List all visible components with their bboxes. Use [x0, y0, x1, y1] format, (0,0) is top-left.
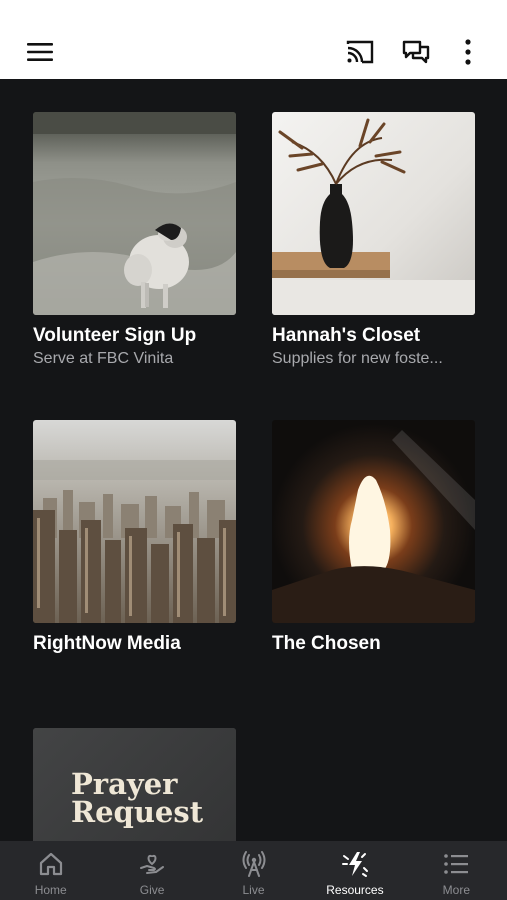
prayer-request-image: Prayer Request [33, 728, 236, 841]
nav-more[interactable]: More [406, 841, 507, 900]
nav-label: More [442, 883, 470, 897]
nav-resources[interactable]: Resources [304, 841, 405, 900]
resources-icon [341, 852, 368, 877]
cast-icon[interactable] [344, 36, 376, 68]
nav-label: Live [242, 883, 265, 897]
card-title: Volunteer Sign Up [33, 325, 197, 346]
vase-image [272, 112, 475, 315]
more-vertical-icon[interactable] [452, 36, 484, 68]
top-bar [0, 0, 507, 79]
card-title: The Chosen [272, 633, 381, 654]
menu-icon[interactable] [24, 36, 56, 68]
nav-live[interactable]: Live [203, 841, 304, 900]
resource-card-hannahs-closet[interactable]: Hannah's Closet Supplies for new foste..… [272, 112, 475, 368]
card-subtitle: Serve at FBC Vinita [33, 350, 174, 367]
resource-card-rightnow-media[interactable]: RightNow Media [33, 420, 236, 655]
nav-give[interactable]: Give [101, 841, 202, 900]
card-title: RightNow Media [33, 633, 181, 654]
app-screen: Volunteer Sign Up Serve at FBC Vinita Ha… [0, 0, 507, 900]
card-title: Hannah's Closet [272, 325, 421, 346]
live-icon [242, 851, 266, 877]
nav-home[interactable]: Home [0, 841, 101, 900]
city-skyline-image [33, 420, 236, 623]
sheep-image [33, 112, 236, 315]
bottom-navigation: Home Give Live Resources More [0, 841, 507, 900]
resources-grid: Volunteer Sign Up Serve at FBC Vinita Ha… [0, 79, 507, 841]
resource-card-volunteer[interactable]: Volunteer Sign Up Serve at FBC Vinita [33, 112, 236, 368]
card-subtitle: Supplies for new foste... [272, 350, 443, 367]
nav-label: Resources [326, 883, 384, 897]
nav-label: Home [34, 883, 67, 897]
resource-card-the-chosen[interactable]: The Chosen [272, 420, 475, 655]
prayer-request-heading: Prayer Request [71, 767, 204, 829]
home-icon [39, 852, 62, 876]
nav-label: Give [139, 883, 165, 897]
resource-card-prayer-request[interactable]: Prayer Request [33, 728, 236, 841]
list-icon [444, 854, 469, 874]
give-icon [140, 854, 165, 874]
chat-icon[interactable] [400, 36, 432, 68]
tomb-light-image [272, 420, 475, 623]
